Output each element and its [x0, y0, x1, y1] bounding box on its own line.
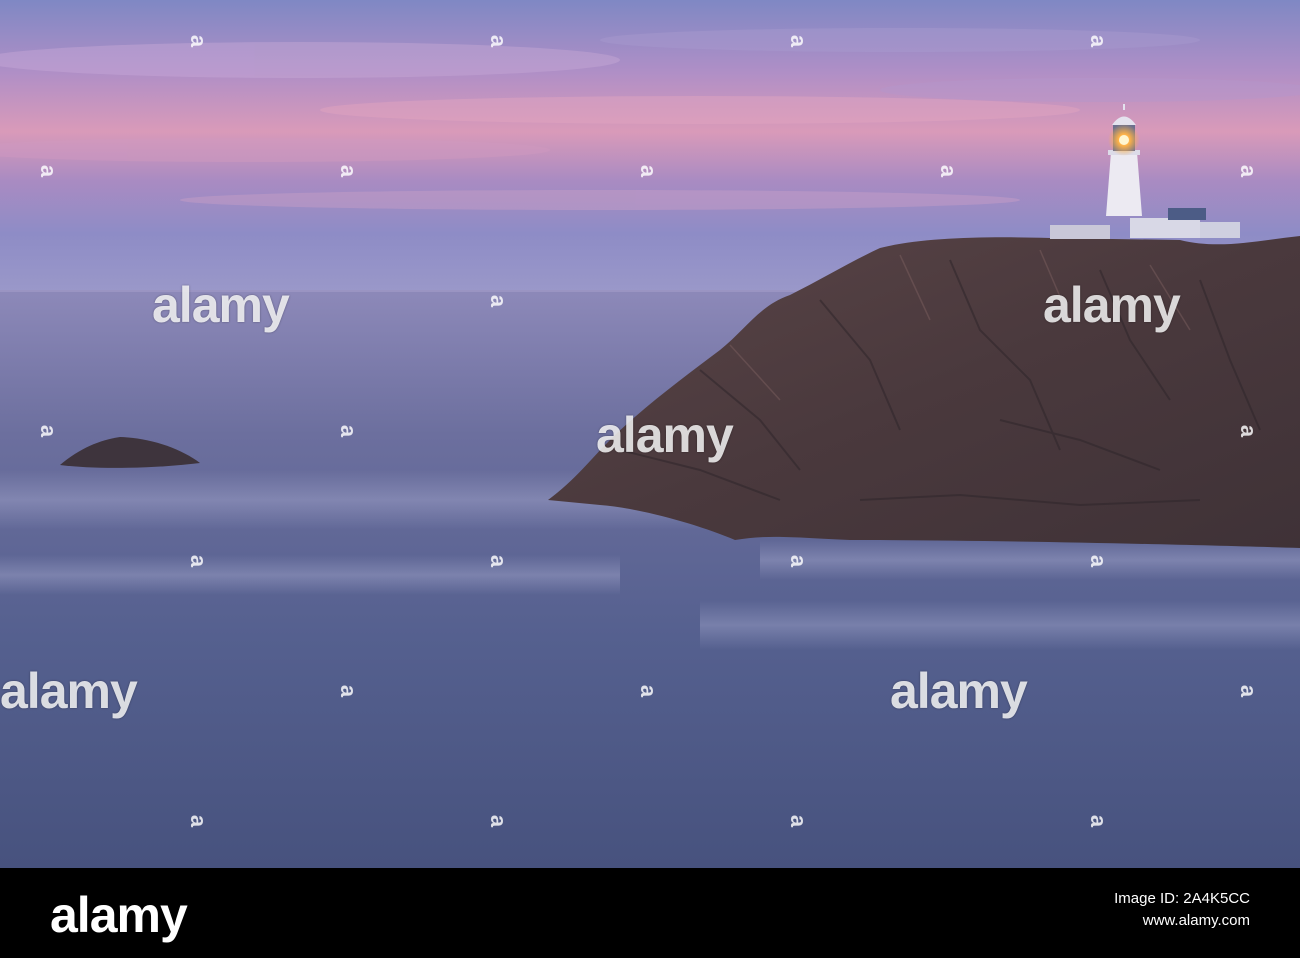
stock-footer-bar: alamy Image ID: 2A4K5CC www.alamy.com [0, 868, 1300, 958]
footer-image-info: Image ID: 2A4K5CC www.alamy.com [1114, 888, 1250, 932]
lighthouse-seascape [0, 0, 1300, 868]
site-url-text[interactable]: www.alamy.com [1114, 910, 1250, 932]
image-id-text: Image ID: 2A4K5CC [1114, 890, 1250, 907]
stock-photo: alamy alamy alamy alamy alamy a a a a a a a a a a a a a a a… [0, 0, 1300, 868]
footer-logo[interactable]: alamy [50, 886, 188, 944]
